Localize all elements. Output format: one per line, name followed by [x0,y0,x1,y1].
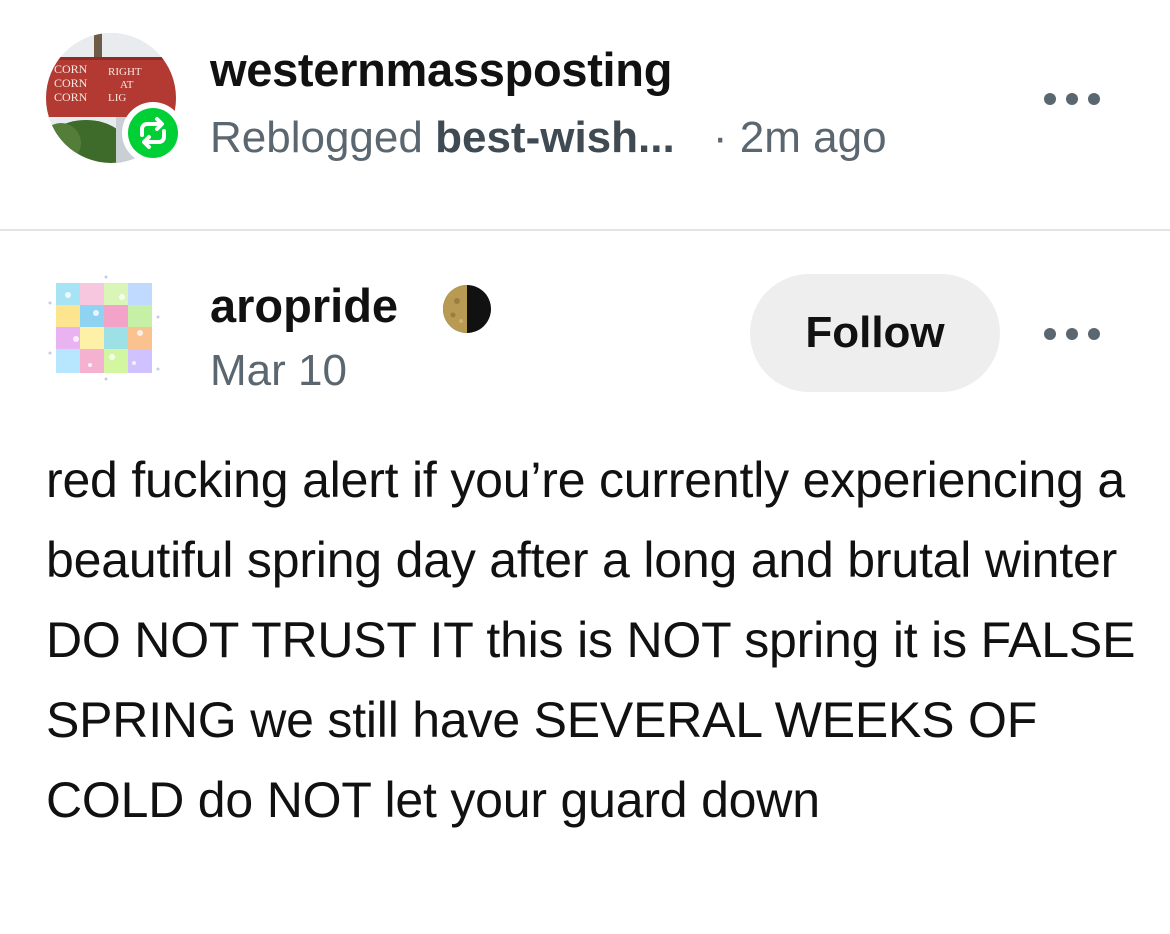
more-horizontal-icon [1044,328,1056,340]
post-author-avatar[interactable] [46,273,162,383]
moon-icon [441,283,493,335]
reblog-timestamp: · 2m ago [712,113,887,162]
svg-text:LIG: LIG [108,92,126,104]
post-more-options-button[interactable] [1040,320,1104,348]
reblog-header: CORN RIGHT CORN AT CORN LIG westernmassp… [0,0,1170,230]
svg-text:RIGHT: RIGHT [108,66,142,78]
reblogger-blog-name[interactable]: westernmassposting [210,40,672,100]
reblogged-label: Reblogged [210,113,423,162]
follow-button[interactable]: Follow [750,274,1000,392]
svg-text:CORN: CORN [54,62,88,76]
post-author-name[interactable]: aropride [210,276,398,336]
svg-text:AT: AT [120,79,134,91]
svg-text:CORN: CORN [54,90,88,104]
divider [0,229,1170,231]
reblog-arrows-icon [128,108,178,158]
more-horizontal-icon [1044,93,1056,105]
svg-text:CORN: CORN [54,76,88,90]
post-body-text: red fucking alert if you’re currently ex… [46,452,1136,828]
reblog-info: Reblogged best-wish... · 2m ago [210,110,887,166]
more-options-button[interactable] [1040,85,1104,113]
source-blog-link[interactable]: best-wish... [435,113,675,162]
post-date: Mar 10 [210,346,347,395]
reblog-badge [122,102,184,164]
